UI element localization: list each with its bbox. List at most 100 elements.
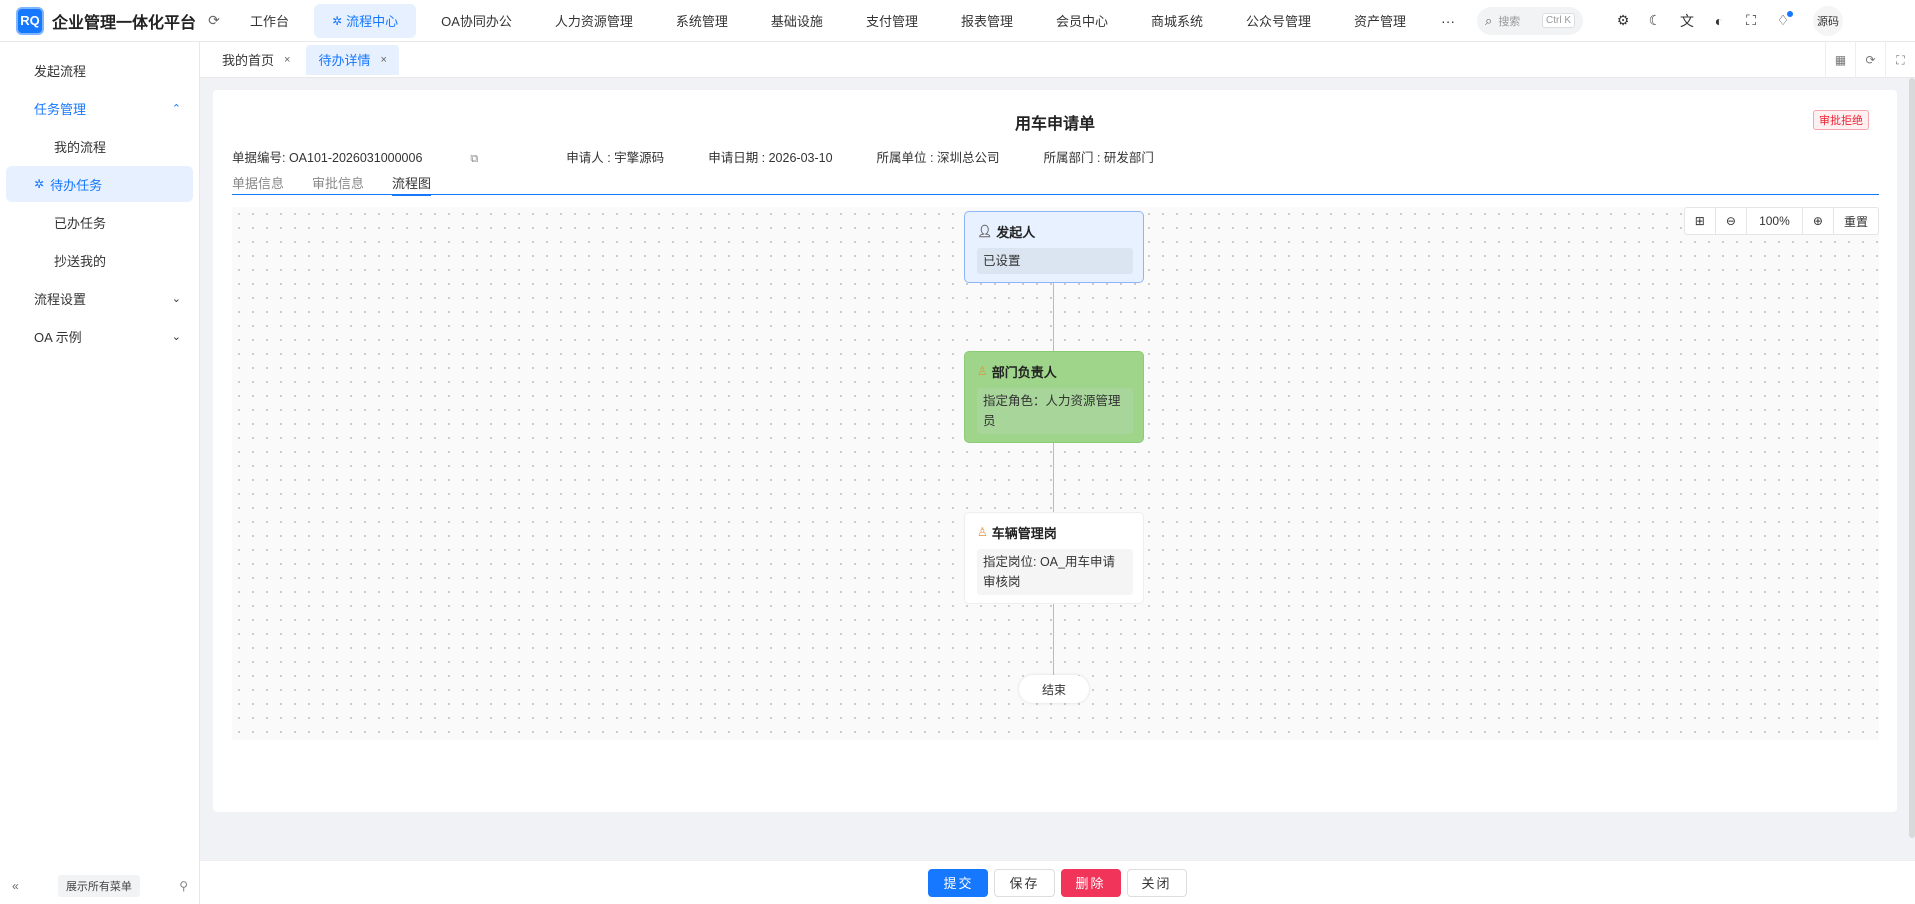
nav-item-oa[interactable]: OA协同办公 <box>423 4 530 38</box>
nav-item-mp[interactable]: 公众号管理 <box>1228 4 1329 38</box>
nav-item-workbench[interactable]: 工作台 <box>232 4 307 38</box>
flow-connector <box>1053 273 1054 351</box>
search-shortcut: Ctrl K <box>1542 13 1576 28</box>
meta-date: 申请日期 : 2026-03-10 <box>708 151 833 165</box>
tab-todo-detail[interactable]: 待办详情 × <box>306 44 399 75</box>
delete-button[interactable]: 删除 <box>1060 868 1121 897</box>
refresh-icon[interactable]: ⟳ <box>204 11 224 31</box>
nav-item-member[interactable]: 会员中心 <box>1038 4 1126 38</box>
nav-item-process-center[interactable]: ✲ 流程中心 <box>314 3 417 38</box>
expand-all-menus-button[interactable]: 展示所有菜单 <box>57 875 140 897</box>
tab-flow-chart[interactable]: 流程图 <box>392 173 432 196</box>
save-button[interactable]: 保存 <box>994 868 1055 897</box>
node-body: 指定角色：人力资源管理员 <box>977 388 1133 434</box>
app-logo: RQ <box>16 6 44 35</box>
top-bar: RQ 企业管理一体化平台 ⟳ 工作台 ✲ 流程中心 OA协同办公 人力资源管理 系… <box>0 0 1915 42</box>
settings-icon[interactable]: ⚙ <box>1607 5 1639 37</box>
sidebar-item-start-process[interactable]: 发起流程 <box>6 52 193 88</box>
tab-bar: 我的首页 × 待办详情 × ▦ ⟳ ⛶ <box>200 42 1915 78</box>
zoom-out-icon[interactable]: ⊖ <box>1716 208 1747 234</box>
close-icon[interactable]: × <box>284 54 290 66</box>
node-body: 指定岗位: OA_用车申请审核岗 <box>977 549 1133 595</box>
zoom-in-icon[interactable]: ⊕ <box>1803 208 1834 234</box>
nav-item-infra[interactable]: 基础设施 <box>753 4 841 38</box>
more-icon[interactable]: ··· <box>1431 13 1465 29</box>
theme-moon-icon[interactable]: ☾ <box>1639 5 1671 37</box>
sidebar-item-cc[interactable]: 抄送我的 <box>6 242 193 278</box>
nav-item-label: 流程中心 <box>346 14 399 29</box>
sidebar-item-my-process[interactable]: 我的流程 <box>6 128 193 164</box>
nav-item-mall[interactable]: 商城系统 <box>1133 4 1221 38</box>
sidebar-item-todo[interactable]: ✲ 待办任务 <box>6 166 193 202</box>
tab-approval-info[interactable]: 审批信息 <box>312 173 364 195</box>
detail-tabs: 单据信息 审批信息 流程图 <box>232 173 1879 196</box>
flow-canvas[interactable]: ⊞ ⊖ 100% ⊕ 重置 👤︎ 发起人 已设置 ♙ 部门负责人 指定角色：人力资源… <box>232 207 1879 740</box>
refresh-icon[interactable]: ⟳ <box>1855 42 1885 78</box>
avatar[interactable]: 源码 <box>1813 5 1844 36</box>
node-title-text: 部门负责人 <box>991 364 1057 380</box>
tab-home[interactable]: 我的首页 × <box>210 45 302 75</box>
search-placeholder: 搜索 <box>1498 15 1521 28</box>
reset-zoom-button[interactable]: 重置 <box>1834 208 1878 234</box>
palette-icon[interactable]: ◐ <box>1703 5 1735 37</box>
sidebar-item-label: 待办任务 <box>50 177 103 193</box>
grid-icon[interactable]: ▦ <box>1825 42 1855 78</box>
flow-node-end: 结束 <box>1019 675 1089 703</box>
nav-item-hr[interactable]: 人力资源管理 <box>537 4 651 38</box>
search-input[interactable]: ⌕ 搜索 Ctrl K <box>1477 6 1584 35</box>
scrollbar[interactable] <box>1909 78 1915 838</box>
sidebar-item-label: OA 示例 <box>34 329 82 345</box>
tab-form-info[interactable]: 单据信息 <box>232 173 284 195</box>
close-icon[interactable]: × <box>380 54 386 66</box>
copy-icon[interactable]: ⧉ <box>470 153 478 165</box>
collapse-sidebar-icon[interactable]: « <box>12 879 19 893</box>
chevron-down-icon: ⌄ <box>171 330 181 343</box>
nav-item-asset[interactable]: 资产管理 <box>1336 4 1424 38</box>
sidebar-item-label: 流程设置 <box>34 291 87 307</box>
sidebar-item-label: 抄送我的 <box>54 253 107 269</box>
flow-node-dept-head[interactable]: ♙ 部门负责人 指定角色：人力资源管理员 <box>964 351 1144 443</box>
process-icon: ✲ <box>34 177 45 191</box>
nav-item-system[interactable]: 系统管理 <box>658 4 746 38</box>
sidebar-item-label: 任务管理 <box>34 101 87 117</box>
sidebar-item-label: 我的流程 <box>54 139 107 155</box>
search-icon: ⌕ <box>1485 12 1493 28</box>
app-title: 企业管理一体化平台 <box>52 14 197 32</box>
tab-label: 我的首页 <box>222 53 275 68</box>
sidebar-item-oa-example[interactable]: OA 示例 ⌄ <box>6 318 193 354</box>
nav-item-payment[interactable]: 支付管理 <box>848 4 936 38</box>
meta-code: 单据编号: OA101-2026031000006 ⧉ <box>232 147 522 166</box>
approver-icon: ♙ <box>977 525 988 539</box>
fullscreen-icon[interactable]: ⛶ <box>1735 5 1767 37</box>
brand[interactable]: RQ 企业管理一体化平台 <box>0 0 200 42</box>
notification-dot <box>1787 10 1794 17</box>
node-title: ♙ 车辆管理岗 <box>977 523 1133 541</box>
pin-icon[interactable]: ⚲ <box>179 879 188 893</box>
node-title: 👤︎ 发起人 <box>977 222 1133 240</box>
submit-button[interactable]: 提交 <box>928 868 989 897</box>
form-meta: 单据编号: OA101-2026031000006 ⧉ 申请人 : 宇擎源码 申请… <box>232 147 1198 166</box>
flow-node-initiator[interactable]: 👤︎ 发起人 已设置 <box>964 211 1144 283</box>
sidebar-item-label: 已办任务 <box>54 215 107 231</box>
meta-applicant: 申请人 : 宇擎源码 <box>566 151 665 165</box>
sidebar-item-task-management[interactable]: 任务管理 ⌃ <box>6 90 193 126</box>
sidebar-item-process-settings[interactable]: 流程设置 ⌄ <box>6 280 193 316</box>
fit-icon[interactable]: ⊞ <box>1685 208 1716 234</box>
sidebar-item-label: 发起流程 <box>34 63 87 79</box>
form-card: 用车申请单 审批拒绝 单据编号: OA101-2026031000006 ⧉ 申请… <box>213 90 1897 812</box>
nav-item-report[interactable]: 报表管理 <box>943 4 1031 38</box>
close-button[interactable]: 关闭 <box>1126 868 1187 897</box>
node-title-text: 发起人 <box>996 224 1036 240</box>
top-nav: 工作台 ✲ 流程中心 OA协同办公 人力资源管理 系统管理 基础设施 支付管理 报… <box>232 0 1465 42</box>
translate-icon[interactable]: 文 <box>1671 5 1703 37</box>
maximize-icon[interactable]: ⛶ <box>1885 42 1915 78</box>
process-icon: ✲ <box>332 13 343 28</box>
status-badge: 审批拒绝 <box>1813 110 1869 130</box>
sidebar-item-done[interactable]: 已办任务 <box>6 204 193 240</box>
sidebar-footer: « 展示所有菜单 ⚲ <box>0 868 200 904</box>
bell-icon[interactable]: ♢ <box>1767 5 1799 37</box>
meta-code-text: 单据编号: OA101-2026031000006 <box>232 151 423 165</box>
page-title: 用车申请单 <box>1014 116 1095 133</box>
flow-node-vehicle-manager[interactable]: ♙ 车辆管理岗 指定岗位: OA_用车申请审核岗 <box>964 512 1144 604</box>
meta-unit: 所属单位 : 深圳总公司 <box>876 151 1000 165</box>
